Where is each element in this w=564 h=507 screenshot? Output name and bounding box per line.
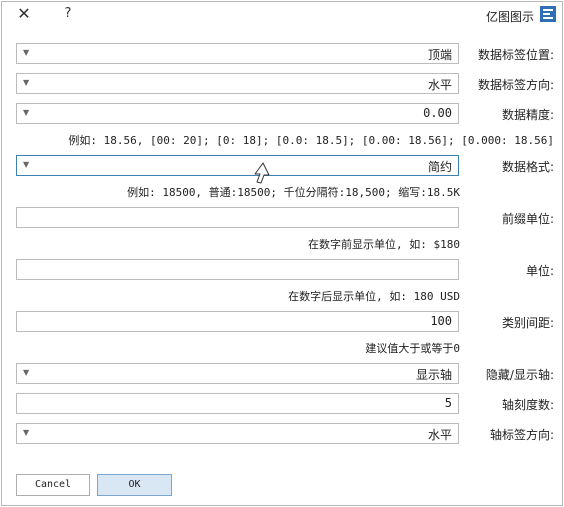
format-value: 简约 xyxy=(427,160,452,174)
chevron-down-icon: ▼ xyxy=(23,48,30,57)
help-button[interactable]: ? xyxy=(60,5,76,23)
axis-label-direction-label: 轴标签方向: xyxy=(489,428,554,442)
tick-count-value: 5 xyxy=(444,396,452,410)
unit-hint: 在数字后显示单位, 如: 180 USD xyxy=(288,290,460,303)
axis-label-direction-select[interactable]: ▼ 水平 xyxy=(16,423,459,444)
precision-hint: 例如: 18.56, [00: 20]; [0: 18]; [0.0: 18.5… xyxy=(68,134,554,147)
chevron-down-icon: ▼ xyxy=(23,160,30,169)
show-axis-label: 隐藏/显示轴: xyxy=(485,368,554,382)
label-direction-select[interactable]: ▼ 水平 xyxy=(16,73,459,94)
format-label: 数据格式: xyxy=(501,160,554,174)
chevron-down-icon: ▼ xyxy=(23,78,30,87)
precision-label: 数据精度: xyxy=(501,108,554,122)
tick-count-label: 轴刻度数: xyxy=(501,398,554,412)
chevron-down-icon: ▼ xyxy=(23,108,30,117)
tick-count-input[interactable]: 5 xyxy=(16,393,459,414)
prefix-unit-label: 前缀单位: xyxy=(501,212,554,226)
format-hint: 例如: 18500, 普通:18500; 千位分隔符:18,500; 缩写:18… xyxy=(127,186,460,199)
format-select[interactable]: ▼ 简约 xyxy=(16,155,459,176)
app-logo-icon xyxy=(540,6,556,22)
show-axis-value: 显示轴 xyxy=(415,368,452,382)
category-gap-value: 100 xyxy=(430,314,452,328)
category-gap-hint: 建议值大于或等于0 xyxy=(365,342,460,355)
chevron-down-icon: ▼ xyxy=(23,368,30,377)
precision-select[interactable]: ▼ 0.00 xyxy=(16,103,459,124)
unit-label: 单位: xyxy=(525,264,554,278)
label-direction-label: 数据标签方向: xyxy=(477,78,554,92)
close-icon[interactable]: ✕ xyxy=(14,4,34,24)
prefix-unit-hint: 在数字前显示单位, 如: $180 xyxy=(308,238,460,251)
unit-input[interactable] xyxy=(16,259,459,280)
window-title: 亿图图示 xyxy=(485,10,534,24)
label-position-select[interactable]: ▼ 顶端 xyxy=(16,43,459,64)
title-bar: ✕ ? 亿图图示 xyxy=(0,0,564,30)
label-position-value: 顶端 xyxy=(427,48,452,62)
category-gap-label: 类别间距: xyxy=(501,316,554,330)
axis-label-direction-value: 水平 xyxy=(427,428,452,442)
cancel-button[interactable]: Cancel xyxy=(16,474,90,496)
ok-button[interactable]: OK xyxy=(97,474,172,496)
show-axis-select[interactable]: ▼ 显示轴 xyxy=(16,363,459,384)
chevron-down-icon: ▼ xyxy=(23,428,30,437)
prefix-unit-input[interactable] xyxy=(16,207,459,228)
mouse-cursor-icon xyxy=(254,162,270,184)
label-direction-value: 水平 xyxy=(427,78,452,92)
label-position-label: 数据标签位置: xyxy=(477,48,554,62)
precision-value: 0.00 xyxy=(423,106,452,120)
category-gap-input[interactable]: 100 xyxy=(16,311,459,332)
